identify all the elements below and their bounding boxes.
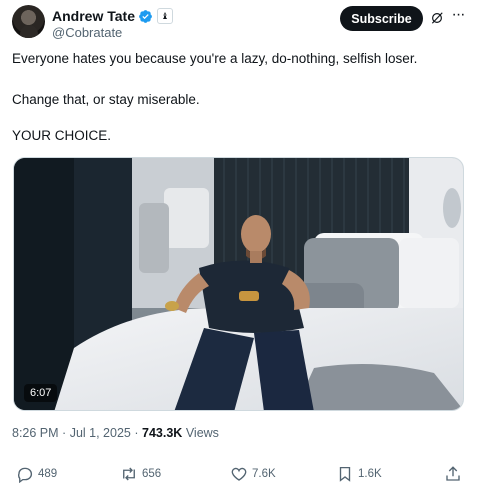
reply-count: 489 — [38, 468, 58, 480]
tweet-header: Andrew Tate ♝ @Cobratate Subscribe ··· — [12, 5, 465, 41]
video-player[interactable] — [13, 157, 464, 411]
verified-badge-icon — [139, 9, 152, 23]
affiliate-badge-icon: ♝ — [156, 8, 173, 24]
tweet-line-2: Change that, or stay miserable. — [12, 92, 200, 107]
meta-separator: · — [62, 426, 67, 440]
tweet-actions: 489 656 7.6K 1.6K — [14, 463, 466, 485]
bookmark-button[interactable]: 1.6K — [336, 463, 382, 485]
like-count: 7.6K — [252, 468, 276, 480]
share-icon — [446, 466, 460, 481]
video-duration: 6:07 — [24, 384, 58, 402]
reply-icon — [18, 467, 33, 483]
bookmark-count: 1.6K — [358, 468, 382, 480]
tweet-line-3: YOUR CHOICE. — [12, 128, 112, 143]
tweet-time[interactable]: 8:26 PM — [12, 426, 59, 440]
repost-button[interactable]: 656 — [120, 463, 161, 485]
bookmark-icon — [339, 466, 351, 482]
video-frame-image — [14, 158, 463, 410]
author-handle[interactable]: @Cobratate — [52, 25, 122, 40]
repost-icon — [123, 467, 135, 481]
tweet-date[interactable]: Jul 1, 2025 — [70, 426, 131, 440]
avatar[interactable] — [12, 5, 45, 38]
tweet-line-1: Everyone hates you because you're a lazy… — [12, 51, 418, 66]
reply-button[interactable]: 489 — [16, 463, 57, 485]
more-options-icon[interactable]: ··· — [450, 7, 466, 25]
like-button[interactable]: 7.6K — [230, 463, 276, 485]
author-name-line: Andrew Tate ♝ — [52, 7, 173, 25]
heart-icon — [231, 467, 247, 481]
subscribe-button[interactable]: Subscribe — [340, 6, 423, 31]
views-count: 743.3K — [142, 426, 183, 440]
author-name[interactable]: Andrew Tate — [52, 8, 135, 24]
views-label: Views — [185, 426, 219, 440]
repost-count: 656 — [142, 468, 162, 480]
grok-icon[interactable] — [430, 11, 444, 25]
share-button[interactable] — [444, 463, 466, 485]
tweet-meta: 8:26 PM · Jul 1, 2025 · 743.3K Views — [12, 426, 219, 440]
meta-separator: · — [134, 426, 139, 440]
